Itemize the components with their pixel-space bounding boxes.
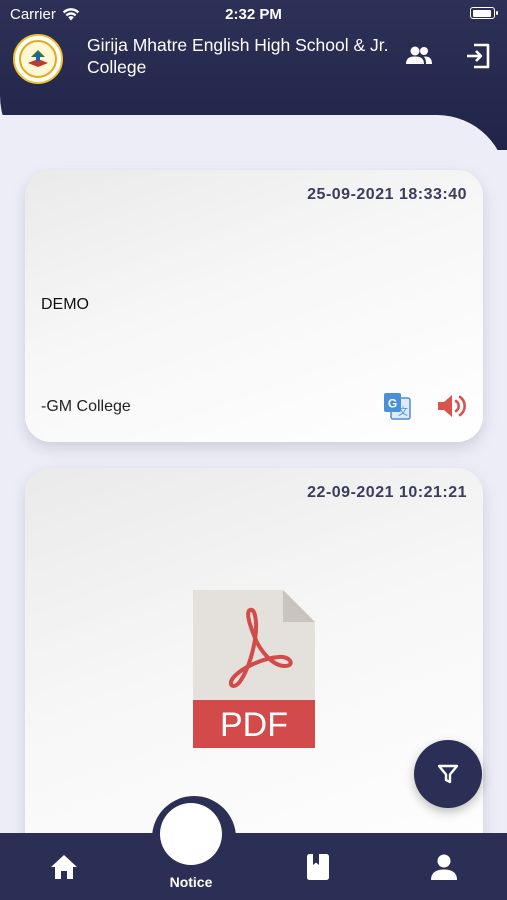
notice-body: DEMO (41, 296, 89, 313)
notice-datetime: 22-09-2021 10:21:21 (307, 484, 467, 501)
svg-text:G: G (388, 397, 397, 411)
notice-card[interactable]: 25-09-2021 18:33:40 DEMO -GM College G 文 (25, 170, 483, 442)
school-logo (13, 34, 63, 84)
users-icon[interactable] (405, 42, 433, 70)
person-icon[interactable] (430, 853, 458, 881)
filter-icon (437, 764, 459, 784)
battery-icon (470, 7, 498, 19)
home-icon[interactable] (50, 853, 78, 881)
svg-text:文: 文 (398, 405, 408, 418)
filter-button[interactable] (414, 740, 482, 808)
notice-nav-button[interactable] (160, 803, 222, 865)
book-icon[interactable] (304, 853, 332, 881)
translate-icon[interactable]: G 文 (383, 392, 411, 420)
notice-nav-label[interactable]: Notice (150, 874, 232, 890)
speaker-icon[interactable] (436, 392, 468, 420)
page-title: Girija Mhatre English High School & Jr. … (87, 35, 389, 77)
pdf-label: PDF (220, 706, 288, 744)
notice-datetime: 25-09-2021 18:33:40 (307, 186, 467, 203)
status-time: 2:32 PM (225, 6, 282, 23)
pdf-file-icon[interactable]: PDF (193, 590, 315, 748)
logout-icon[interactable] (464, 42, 492, 70)
status-bar: Carrier 2:32 PM (0, 0, 507, 28)
notice-card[interactable]: 22-09-2021 10:21:21 PDF (25, 468, 483, 888)
notice-signature: -GM College (41, 398, 131, 415)
